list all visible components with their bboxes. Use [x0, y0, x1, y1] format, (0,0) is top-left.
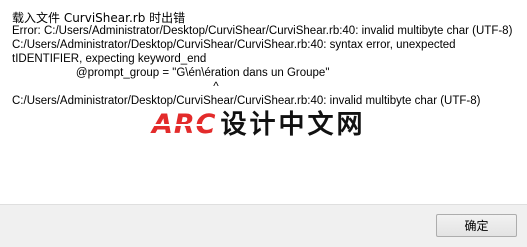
error-message: Error: C:/Users/Administrator/Desktop/Cu… [12, 25, 513, 107]
ok-button[interactable]: 确定 [436, 214, 517, 237]
error-dialog: 载入文件 CurviShear.rb 时出错 Error: C:/Users/A… [0, 0, 527, 247]
watermark-text: 设计中文网 [220, 110, 366, 140]
watermark: ARC 设计中文网 [152, 109, 366, 141]
message-area: 载入文件 CurviShear.rb 时出错 Error: C:/Users/A… [0, 0, 527, 205]
watermark-logo: ARC [152, 109, 217, 140]
